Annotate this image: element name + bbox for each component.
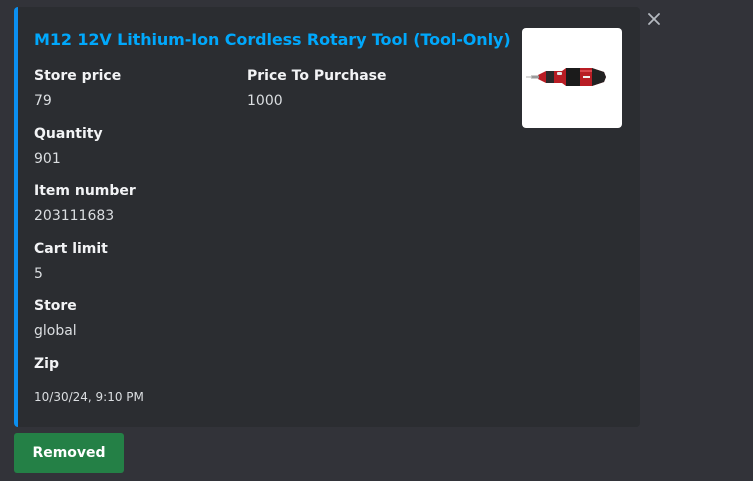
embed-title-link[interactable]: M12 12V Lithium-Ion Cordless Rotary Tool…: [34, 30, 511, 49]
field-store: Store global: [34, 297, 234, 340]
field-name: Cart limit: [34, 241, 108, 257]
message-container: M12 12V Lithium-Ion Cordless Rotary Tool…: [0, 0, 753, 481]
removed-button[interactable]: Removed: [14, 433, 124, 473]
field-value: 5: [34, 266, 43, 282]
field-name: Item number: [34, 183, 136, 199]
close-icon: [648, 13, 660, 25]
field-value: 79: [34, 93, 52, 109]
field-item-number: Item number 203111683: [34, 182, 234, 225]
field-name: Store: [34, 298, 77, 314]
field-name: Price To Purchase: [247, 68, 387, 84]
field-price-to-purchase: Price To Purchase 1000: [247, 67, 447, 110]
field-value: 901: [34, 151, 61, 167]
field-value: 203111683: [34, 208, 115, 224]
field-name: Quantity: [34, 126, 103, 142]
field-name: Store price: [34, 68, 122, 84]
embed-timestamp: 10/30/24, 9:10 PM: [34, 390, 144, 404]
product-thumbnail[interactable]: [522, 28, 622, 128]
embed-accent-bar: [14, 7, 18, 427]
field-quantity: Quantity 901: [34, 125, 234, 168]
field-zip: Zip: [34, 355, 234, 380]
field-store-price: Store price 79: [34, 67, 234, 110]
rotary-tool-icon: [526, 68, 606, 86]
field-value: 1000: [247, 93, 283, 109]
field-cart-limit: Cart limit 5: [34, 240, 234, 283]
field-value: global: [34, 323, 77, 339]
product-embed: M12 12V Lithium-Ion Cordless Rotary Tool…: [14, 7, 640, 427]
field-name: Zip: [34, 356, 59, 372]
dismiss-button[interactable]: [643, 8, 665, 30]
